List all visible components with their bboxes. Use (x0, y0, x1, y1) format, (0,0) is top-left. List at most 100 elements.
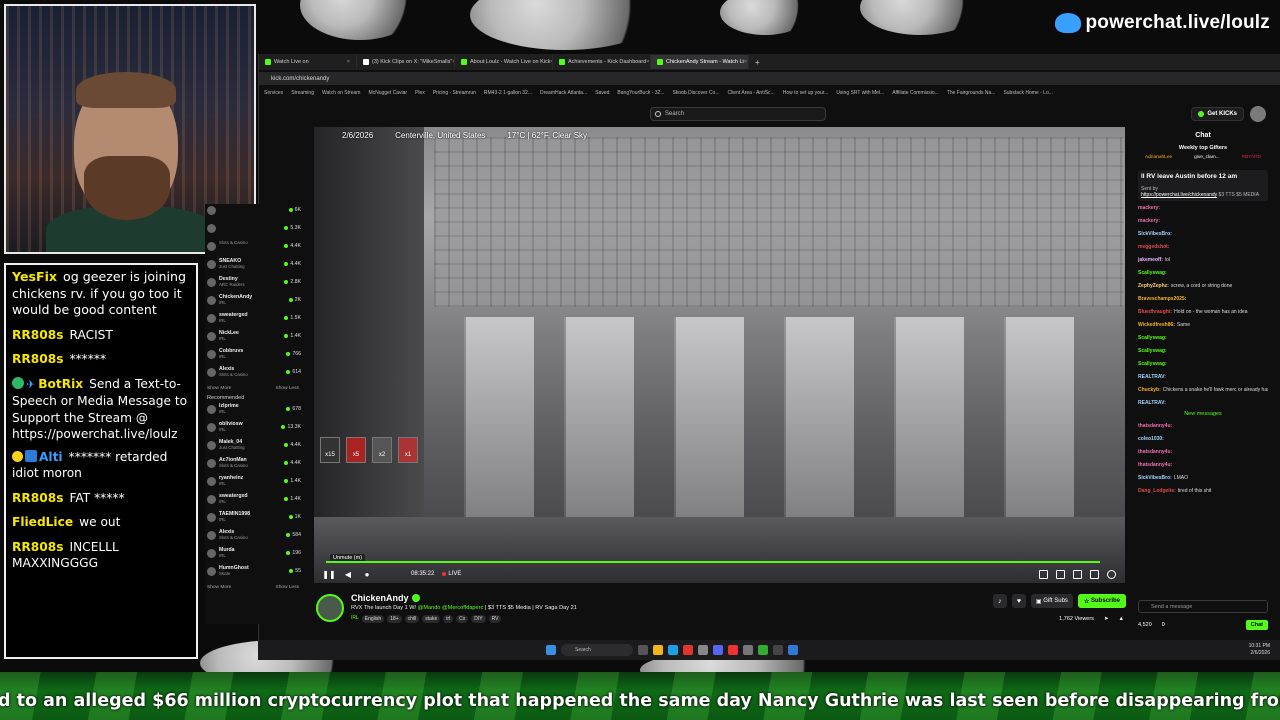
show-more-link[interactable]: Show More (207, 585, 231, 590)
subscribe-button[interactable]: ☆ Subscribe (1077, 594, 1126, 608)
chat-username[interactable]: SickVibesBro: (1138, 475, 1172, 481)
record-icon[interactable]: ● (362, 569, 372, 579)
app-icon[interactable] (698, 645, 708, 655)
chat-username[interactable]: thatsdanny4u: (1138, 423, 1172, 429)
search-input[interactable]: Search (650, 107, 826, 121)
new-tab-icon[interactable]: + (755, 58, 760, 67)
chat-username[interactable]: mackery: (1138, 218, 1160, 224)
clip-icon[interactable] (1039, 569, 1048, 579)
user-avatar[interactable] (1250, 106, 1266, 122)
bookmark-item[interactable]: RM43-2 1-gallon 32... (481, 90, 535, 96)
new-messages-divider[interactable]: New messages (1138, 411, 1268, 417)
sidebar-item[interactable]: Cobbruvs IRL 766 (205, 348, 301, 366)
bookmark-item[interactable]: Services (261, 90, 286, 96)
theater-icon[interactable] (1056, 569, 1065, 579)
windows-start-icon[interactable] (546, 645, 556, 655)
gifter-name[interactable]: AdrianahLee (1145, 155, 1172, 160)
xbox-icon[interactable] (758, 645, 768, 655)
chat-username[interactable]: Wickedfresh86: (1138, 322, 1175, 328)
chat-username[interactable]: REALTRAV: (1138, 400, 1166, 406)
notification-bell-icon[interactable]: ♪ (992, 594, 1007, 608)
follow-heart-icon[interactable]: ♥ (1011, 594, 1026, 608)
chat-username[interactable]: REALTRAV: (1138, 374, 1166, 380)
title-mentions[interactable]: @Mando @Mercoffdaperc (418, 605, 484, 611)
browser-tab[interactable]: About Loulz - Watch Live on Kick× (455, 55, 553, 69)
bookmark-item[interactable]: DreamHack Atlanta... (537, 90, 590, 96)
bookmark-item[interactable]: Plex (412, 90, 428, 96)
close-icon[interactable]: × (347, 59, 350, 65)
report-icon[interactable]: ▲ (1119, 616, 1124, 622)
address-bar[interactable]: kick.com/chickenandy (259, 72, 1280, 85)
chat-username[interactable]: Scallyswag: (1138, 270, 1167, 276)
sidebar-item[interactable]: Slots & Casino 4.4K (205, 240, 301, 258)
task-view-icon[interactable] (638, 645, 648, 655)
stream-tag[interactable]: English (361, 615, 385, 623)
share-icon[interactable]: ➤ (1104, 616, 1109, 622)
sidebar-item[interactable]: Alexis Slots & Casino 614 (205, 366, 301, 384)
bookmark-item[interactable]: The Fairgrounds Na... (944, 90, 999, 96)
app-icon[interactable] (728, 645, 738, 655)
settings-icon[interactable] (1107, 569, 1116, 579)
stream-tag[interactable]: DIY (471, 615, 486, 623)
chat-username[interactable]: coleo1030: (1138, 436, 1164, 442)
chat-send-button[interactable]: Chat (1245, 620, 1268, 630)
browser-tab[interactable]: (3) Kick Clips on X: "MikeSmalls"× (357, 55, 455, 69)
browser-tab-active[interactable]: ChickenAndy Stream - Watch Li × (651, 55, 749, 69)
discord-icon[interactable] (713, 645, 723, 655)
chat-username[interactable]: Scallyswag: (1138, 335, 1167, 341)
taskbar-clock[interactable]: 10:31 PM 2/6/2026 (1249, 643, 1270, 656)
file-explorer-icon[interactable] (653, 645, 663, 655)
sidebar-item[interactable]: NickLee IRL 1.4K (205, 330, 301, 348)
sidebar-item[interactable]: HumnGhost Skate 55 (205, 565, 301, 583)
pinned-link[interactable]: https://powerchat.live/chickenandy (1141, 192, 1217, 198)
sidebar-item[interactable]: SNEAKO Just Chatting 4.4K (205, 258, 301, 276)
bookmark-item[interactable]: Client Area - AntiSc... (724, 90, 777, 96)
pause-icon[interactable]: ❚❚ (322, 569, 335, 579)
chat-username[interactable]: ZephyZephz: (1138, 283, 1169, 289)
show-less-link[interactable]: Show Less (276, 585, 299, 590)
stream-tag[interactable]: stake (422, 615, 441, 623)
chat-username[interactable]: Scallyswag: (1138, 348, 1167, 354)
chat-username[interactable]: thatsdanny4u: (1138, 449, 1172, 455)
chat-username[interactable]: meggedshot: (1138, 244, 1169, 250)
stream-tag[interactable]: Cx (456, 615, 469, 623)
close-icon[interactable]: × (646, 59, 649, 65)
bookmark-item[interactable]: Watch on Stream (319, 90, 363, 96)
pinned-message[interactable]: ll RV leave Austin before 12 am Sent by … (1138, 170, 1268, 201)
stream-tag[interactable]: 18+ (387, 615, 402, 623)
chat-username[interactable]: thatsdanny4u: (1138, 462, 1172, 468)
sidebar-item[interactable]: TAEMIN1998 IRL 1K (205, 511, 301, 529)
bookmark-item[interactable]: Skoob Discover Co... (670, 90, 723, 96)
chat-username[interactable]: Chuckyb: (1138, 387, 1161, 393)
bookmark-item[interactable]: Saved (592, 90, 612, 96)
sidebar-item[interactable]: Alexis Slots & Casino 584 (205, 529, 301, 547)
sidebar-item[interactable]: Destiny ARC Raiders 2.8K (205, 276, 301, 294)
browser-tab[interactable]: Achievements - Kick Dashboard × (553, 55, 651, 69)
bookmark-item[interactable]: Affiliate Commissio... (889, 90, 942, 96)
bookmark-item[interactable]: Using SRT with Mel... (833, 90, 887, 96)
stream-tag[interactable]: chill (404, 615, 420, 623)
sidebar-item[interactable]: sweatergxd IRL 1.5K (205, 312, 301, 330)
bookmark-item[interactable]: Pricing - Streamrun (430, 90, 479, 96)
obs-icon[interactable] (773, 645, 783, 655)
sidebar-item[interactable]: Malek_04 Just Chatting 4.4K (205, 439, 301, 457)
chat-username[interactable]: mackery: (1138, 205, 1160, 211)
sidebar-item[interactable]: sweatergxd IRL 1.4K (205, 493, 301, 511)
fullscreen-icon[interactable] (1090, 569, 1099, 579)
sidebar-item[interactable]: 6K (205, 204, 301, 222)
sidebar-item[interactable]: lzlprime IRL 678 (205, 403, 301, 421)
video-player[interactable]: 2/6/2026 Centerville, United States 17°C… (314, 127, 1125, 583)
browser-tab[interactable]: Watch Live on × (259, 55, 357, 69)
gifter-name[interactable]: RBTARD (1242, 155, 1261, 160)
bookmark-item[interactable]: McNugget Caviar (365, 90, 410, 96)
pip-icon[interactable] (1073, 569, 1082, 579)
chat-username[interactable]: Scallyswag: (1138, 361, 1167, 367)
volume-icon[interactable]: ◀ (343, 569, 353, 579)
chat-username[interactable]: Dang_Lodgeite: (1138, 488, 1176, 494)
chat-username[interactable]: Braveschamps2025: (1138, 296, 1186, 302)
sidebar-item[interactable]: ryanheinz IRL 1.4K (205, 475, 301, 493)
sidebar-item[interactable]: Ac7ionMan Slots & Casino 4.4K (205, 457, 301, 475)
taskbar-search[interactable]: Search (561, 644, 633, 656)
bookmark-item[interactable]: Streaming (288, 90, 317, 96)
bookmark-item[interactable]: Substack Home - Lo... (1000, 90, 1055, 96)
